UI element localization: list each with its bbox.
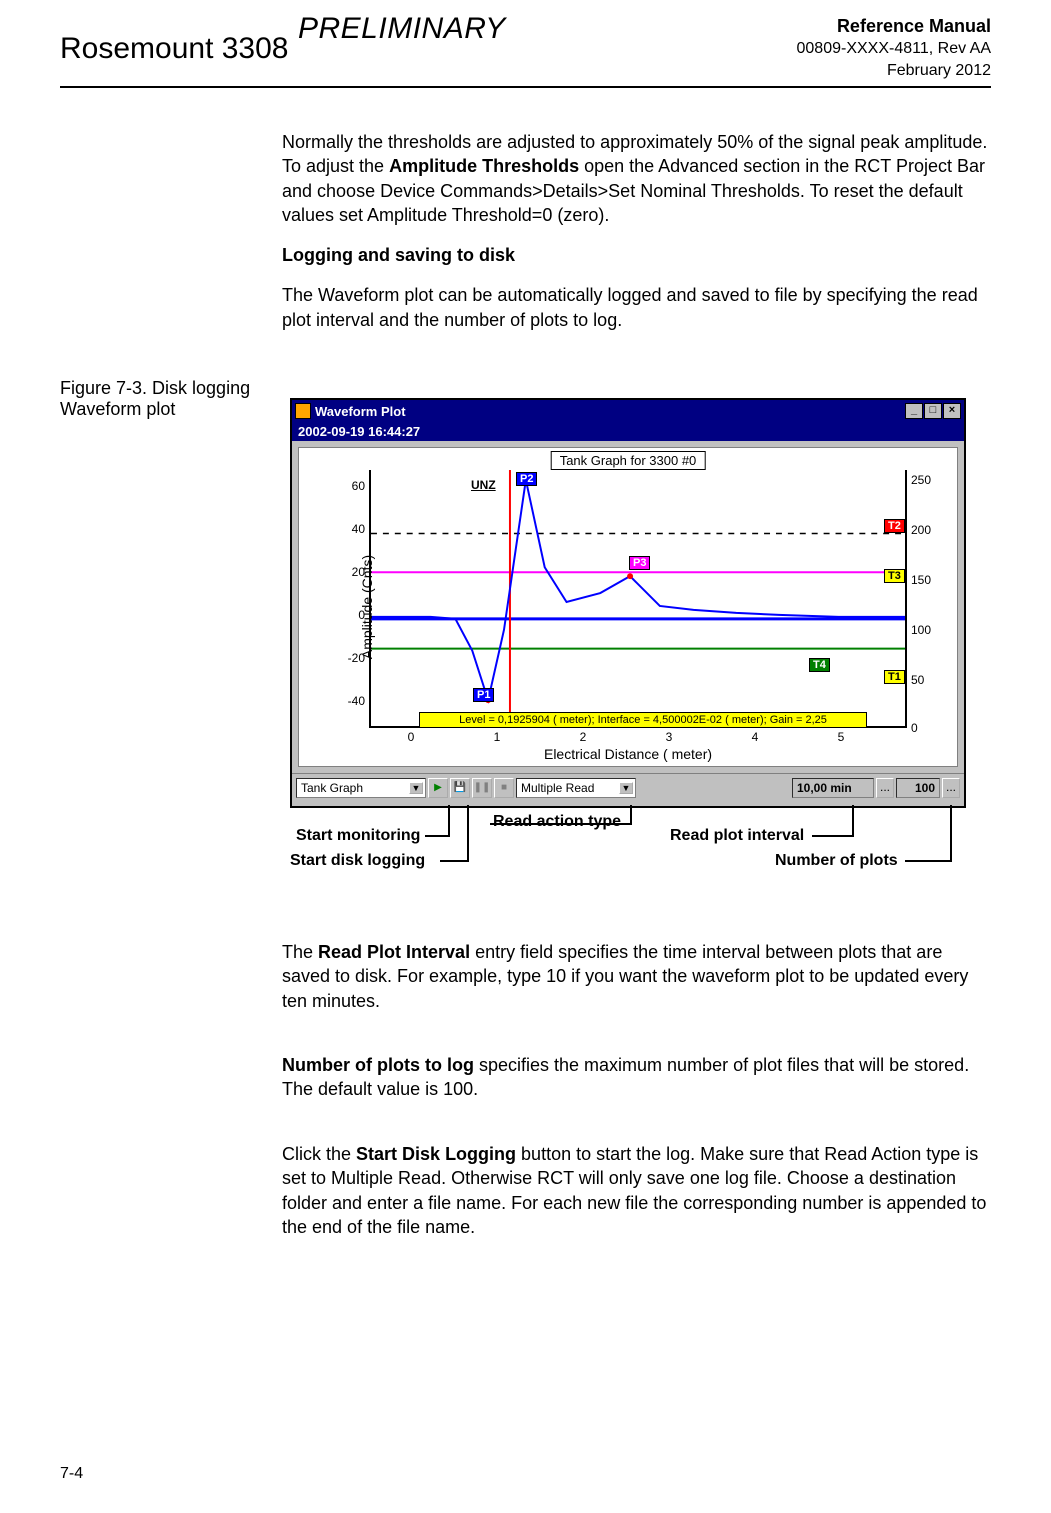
preliminary-watermark: PRELIMINARY	[298, 12, 506, 46]
x-tick: 4	[752, 730, 759, 744]
marker-p3: P3	[629, 556, 650, 570]
close-button[interactable]: ×	[943, 403, 961, 419]
start-monitoring-button[interactable]: ▶	[428, 778, 448, 798]
start-disk-logging-button[interactable]: 💾	[450, 778, 470, 798]
marker-p1: P1	[473, 688, 494, 702]
number-of-plots-field[interactable]: 100	[896, 778, 940, 798]
chart-title: Tank Graph for 3300 #0	[551, 451, 706, 470]
content-below: The Read Plot Interval entry field speci…	[60, 940, 991, 1255]
para-read-plot-interval: The Read Plot Interval entry field speci…	[282, 940, 991, 1013]
callout-line	[812, 835, 854, 837]
marker-t2: T2	[884, 519, 905, 533]
x-tick: 3	[666, 730, 673, 744]
callouts: Read action type Start monitoring Start …	[290, 808, 966, 878]
product-name: Rosemount 3308	[60, 32, 289, 66]
x-tick: 0	[408, 730, 415, 744]
callout-number-of-plots: Number of plots	[775, 852, 898, 870]
para-logging-intro: The Waveform plot can be automatically l…	[282, 283, 991, 332]
waveform-window: Waveform Plot _ □ × 2002-09-19 16:44:27 …	[290, 398, 966, 808]
header-meta: Reference Manual 00809-XXXX-4811, Rev AA…	[797, 14, 992, 81]
doc-date: February 2012	[797, 60, 992, 82]
minimize-button[interactable]: _	[905, 403, 923, 419]
main-column: Normally the thresholds are adjusted to …	[282, 130, 991, 332]
heading-logging: Logging and saving to disk	[282, 243, 991, 267]
plot-svg	[371, 470, 907, 726]
window-title: Waveform Plot	[315, 404, 406, 419]
pause-button[interactable]: ❚❚	[472, 778, 492, 798]
callout-line	[467, 805, 469, 860]
doc-number: 00809-XXXX-4811, Rev AA	[797, 38, 992, 60]
plots-ellipsis-button[interactable]: ...	[942, 778, 960, 798]
y2-tick: 150	[911, 573, 937, 587]
callout-line	[905, 860, 952, 862]
callout-line	[440, 860, 469, 862]
header-rule	[60, 86, 991, 88]
y2-tick: 50	[911, 673, 937, 687]
callout-read-action-type: Read action type	[493, 813, 621, 831]
app-icon	[295, 403, 311, 419]
callout-line	[448, 805, 450, 835]
chart-area: Tank Graph for 3300 #0	[298, 447, 958, 767]
stop-button[interactable]: ■	[494, 778, 514, 798]
plot-frame	[369, 470, 907, 728]
y2-tick: 100	[911, 623, 937, 637]
marker-t1: T1	[884, 670, 905, 684]
y-tick: -20	[339, 651, 365, 665]
x-tick: 5	[838, 730, 845, 744]
para-start-disk-logging: Click the Start Disk Logging button to s…	[282, 1142, 991, 1239]
x-axis-label: Electrical Distance ( meter)	[544, 746, 712, 762]
callout-line	[630, 805, 632, 823]
page-number: 7-4	[60, 1465, 83, 1483]
callout-start-monitoring: Start monitoring	[296, 827, 420, 845]
callout-read-plot-interval: Read plot interval	[670, 827, 804, 845]
marker-t4: T4	[809, 658, 830, 672]
chart-info-bar: Level = 0,1925904 ( meter); Interface = …	[419, 712, 867, 728]
callout-start-disk-logging: Start disk logging	[290, 852, 425, 870]
marker-p2: P2	[516, 472, 537, 486]
para-thresholds: Normally the thresholds are adjusted to …	[282, 130, 991, 227]
callout-line	[950, 805, 952, 860]
y-tick: 60	[339, 479, 365, 493]
unz-label: UNZ	[471, 478, 496, 492]
marker-t3: T3	[884, 569, 905, 583]
header: PRELIMINARY Rosemount 3308 Reference Man…	[0, 0, 1051, 90]
reference-manual-label: Reference Manual	[797, 14, 992, 38]
y-tick: 20	[339, 565, 365, 579]
y2-tick: 250	[911, 473, 937, 487]
y2-tick: 200	[911, 523, 937, 537]
callout-line	[425, 835, 450, 837]
interval-ellipsis-button[interactable]: ...	[876, 778, 894, 798]
graph-type-dropdown[interactable]: Tank Graph	[296, 778, 426, 798]
titlebar[interactable]: Waveform Plot _ □ ×	[292, 400, 964, 422]
x-tick: 2	[580, 730, 587, 744]
figure-caption: Figure 7-3. Disk logging Waveform plot	[60, 378, 250, 420]
x-tick: 1	[494, 730, 501, 744]
main-column-lower: The Read Plot Interval entry field speci…	[282, 940, 991, 1239]
timestamp-bar: 2002-09-19 16:44:27	[292, 422, 964, 441]
y-tick: 40	[339, 522, 365, 536]
content: Normally the thresholds are adjusted to …	[60, 130, 991, 348]
y-tick: -40	[339, 694, 365, 708]
read-plot-interval-field[interactable]: 10,00 min	[792, 778, 874, 798]
toolbar: Tank Graph ▶ 💾 ❚❚ ■ Multiple Read 10,00 …	[292, 773, 964, 801]
maximize-button[interactable]: □	[924, 403, 942, 419]
callout-line	[852, 805, 854, 835]
page: PRELIMINARY Rosemount 3308 Reference Man…	[0, 0, 1051, 1513]
y-tick: 0	[339, 608, 365, 622]
para-number-of-plots: Number of plots to log specifies the max…	[282, 1053, 991, 1102]
read-action-type-dropdown[interactable]: Multiple Read	[516, 778, 636, 798]
y2-tick: 0	[911, 721, 937, 735]
